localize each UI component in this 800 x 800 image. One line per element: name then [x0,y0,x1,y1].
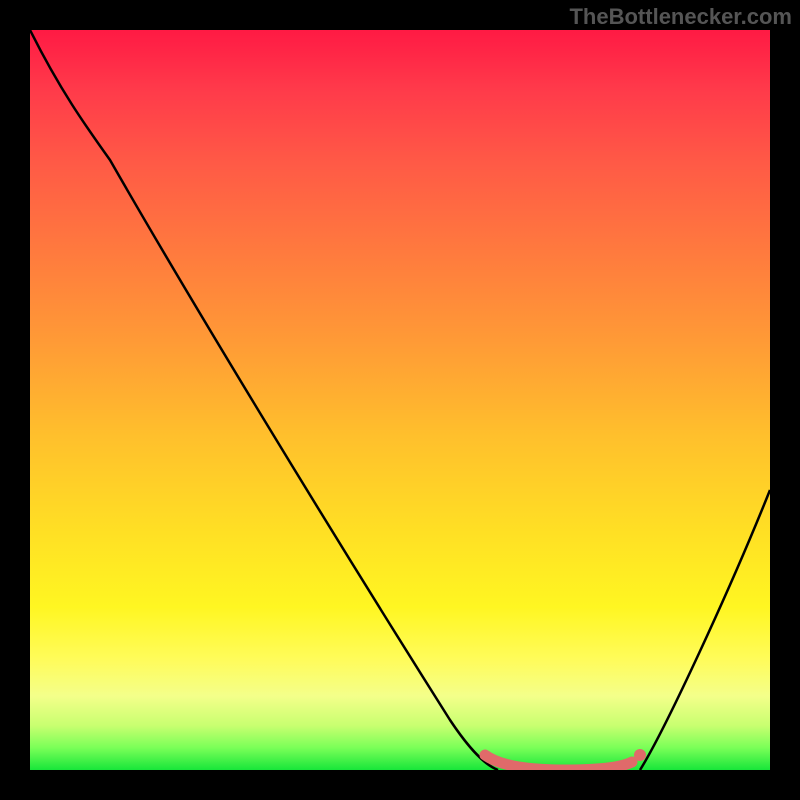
optimal-marker [634,749,646,761]
curve-layer [30,30,770,770]
chart-area [30,30,770,770]
curve-left [30,30,498,770]
watermark-text: TheBottlenecker.com [569,4,792,30]
optimal-band [485,755,632,770]
curve-right [640,490,770,770]
